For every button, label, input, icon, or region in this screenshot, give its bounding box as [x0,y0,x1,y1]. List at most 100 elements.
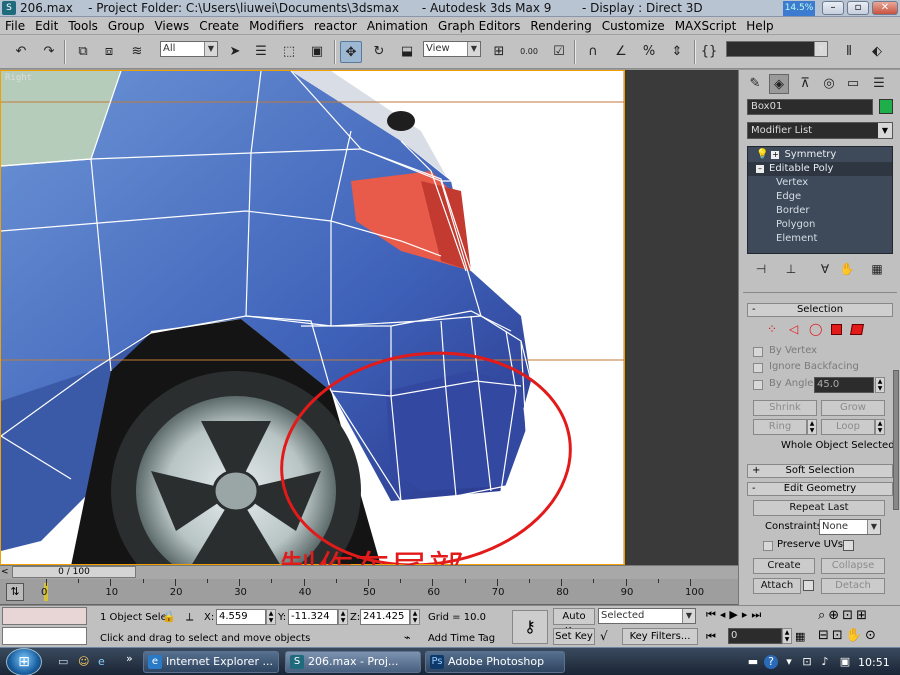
network-icon[interactable]: ⊡ [800,655,814,669]
time-tag-icon[interactable]: ⌁ [404,631,411,644]
playback-controls[interactable]: ⏮◂▶▸⏭ [706,608,765,622]
by-angle-value-field[interactable]: 45.0 [814,377,874,393]
stack-subobject-polygon[interactable]: Polygon [748,218,892,232]
remove-modifier-icon[interactable]: ✋ [837,262,857,278]
key-curve-icon[interactable]: √ [600,629,608,643]
percent-snap-icon[interactable]: % [638,41,660,63]
menu-animation[interactable]: Animation [362,17,433,35]
select-and-rotate-icon[interactable]: ↻ [368,41,390,63]
select-and-move-icon[interactable]: ✥ [340,41,362,63]
help-icon[interactable]: ? [764,655,778,669]
collapse-button[interactable]: Collapse [821,558,885,574]
frame-spinner-icon[interactable]: ▲ ▼ [782,628,792,644]
grow-button[interactable]: Grow [821,400,885,416]
start-button[interactable]: ⊞ [6,648,42,675]
minimize-button[interactable]: – [822,1,844,15]
constraints-dropdown[interactable]: None ▼ [819,519,881,535]
vertex-subobject-icon[interactable]: ⁘ [767,322,777,336]
power-icon[interactable]: ▣ [838,655,852,669]
menu-reactor[interactable]: reactor [309,17,362,35]
display-tab-icon[interactable]: ▭ [843,74,863,94]
attach-list-icon[interactable] [803,580,814,591]
maxscript-listener-white[interactable] [2,627,87,645]
x-spinner-icon[interactable]: ▲ ▼ [266,609,276,625]
modify-tab-icon[interactable]: ◈ [769,74,789,94]
preserve-uvs-checkbox[interactable] [763,541,773,551]
key-mode-dropdown[interactable]: Selected ▼ [598,608,696,624]
angle-spinner-icon[interactable]: ▲ ▼ [875,377,885,393]
y-spinner-icon[interactable]: ▲ ▼ [338,609,348,625]
shrink-button[interactable]: Shrink [753,400,817,416]
modifier-stack[interactable]: 💡 + Symmetry – Editable Poly Vertex Edge Bo… [747,146,893,254]
stack-item-editable-poly[interactable]: – Editable Poly [748,162,892,176]
current-frame-field[interactable]: 0 [728,628,782,644]
border-subobject-icon[interactable]: ◯ [809,322,822,336]
menu-group[interactable]: Group [103,17,150,35]
quick-launch-more-icon[interactable]: » [126,652,133,665]
3ds-max-icon[interactable]: S [2,1,16,15]
lock-icon[interactable]: 🔒 [162,610,176,623]
align-icon[interactable]: ⬖ [866,41,888,63]
auto-key-button[interactable]: Auto Key [553,608,595,637]
key-mode-toggle-icon[interactable]: ⏮ [706,630,716,644]
stack-subobject-element[interactable]: Element [748,232,892,246]
keyboard-icon[interactable]: ▬ [746,655,760,669]
object-color-swatch[interactable] [879,99,893,114]
loop-spinner-icon[interactable]: ▲ ▼ [875,419,885,435]
viewport-nav-top[interactable]: ⌕⊕⊡⊞ [818,608,870,623]
maximize-button[interactable]: ▫ [847,1,869,15]
select-by-name-icon[interactable]: ☰ [250,41,272,63]
stack-subobject-vertex[interactable]: Vertex [748,176,892,190]
selection-rollout-header[interactable]: - Selection [747,303,893,317]
show-desktop-icon[interactable]: ▭ [58,655,72,669]
time-slider[interactable]: 0 / 100 [12,566,136,578]
snaps-toggle-icon[interactable]: ∩ [582,41,604,63]
taskbar-item-photoshop[interactable]: Ps Adobe Photoshop [425,651,565,673]
reference-coordinate-dropdown[interactable]: View ▼ [423,41,481,57]
add-time-tag-button[interactable]: Add Time Tag [428,633,495,644]
configure-modifier-sets-icon[interactable]: ▦ [867,262,887,278]
time-prev-icon[interactable]: < [1,567,9,577]
undo-icon[interactable]: ↶ [10,41,32,63]
stack-subobject-edge[interactable]: Edge [748,190,892,204]
menu-file[interactable]: File [0,17,30,35]
close-button[interactable]: ✕ [872,1,898,15]
window-crossing-icon[interactable]: ▣ [306,41,328,63]
viewport-label[interactable]: Right [5,73,32,83]
taskbar-item-3ds-max[interactable]: S 206.max - Proj... [285,651,421,673]
mirror-icon[interactable]: ⫴ [838,41,860,63]
clock[interactable]: 10:51 [858,656,890,669]
expand-icon[interactable]: + [771,151,780,159]
quick-launch-ie-icon[interactable]: e [98,655,112,669]
bind-space-warp-icon[interactable]: ≋ [126,41,148,63]
ignore-backfacing-checkbox[interactable] [753,363,763,373]
menu-customize[interactable]: Customize [597,17,670,35]
menu-graph-editors[interactable]: Graph Editors [433,17,525,35]
maxscript-listener-pink[interactable] [2,607,87,625]
element-subobject-icon[interactable] [850,324,864,335]
spinner-snap-icon[interactable]: 0.00 [518,41,540,63]
y-coordinate-field[interactable]: -11.324 [288,609,338,625]
edge-subobject-icon[interactable]: ◁ [789,322,798,336]
by-angle-checkbox[interactable] [753,380,763,390]
time-configuration-icon[interactable]: ▦ [795,630,805,643]
menu-help[interactable]: Help [741,17,778,35]
spinner-snap-toggle-icon[interactable]: ⇕ [666,41,688,63]
menu-rendering[interactable]: Rendering [525,17,596,35]
volume-icon[interactable]: ♪ [818,655,832,669]
tray-arrow-icon[interactable]: ▾ [782,655,796,669]
edit-named-selection-icon[interactable]: {} [698,41,720,63]
select-and-scale-icon[interactable]: ⬓ [396,41,418,63]
select-object-icon[interactable]: ➤ [224,41,246,63]
polygon-subobject-icon[interactable] [831,324,842,335]
set-key-mode-icon[interactable]: ⚷ [512,610,548,644]
menu-modifiers[interactable]: Modifiers [244,17,309,35]
stack-item-symmetry[interactable]: 💡 + Symmetry [748,148,892,162]
absolute-mode-icon[interactable]: ⟂ [186,610,193,624]
ring-button[interactable]: Ring [753,419,807,435]
menu-tools[interactable]: Tools [63,17,103,35]
select-manipulate-icon[interactable]: ☑ [548,41,570,63]
edit-geometry-rollout-header[interactable]: - Edit Geometry [747,482,893,496]
detach-button[interactable]: Detach [821,578,885,594]
right-viewport[interactable]: Right [0,70,625,565]
